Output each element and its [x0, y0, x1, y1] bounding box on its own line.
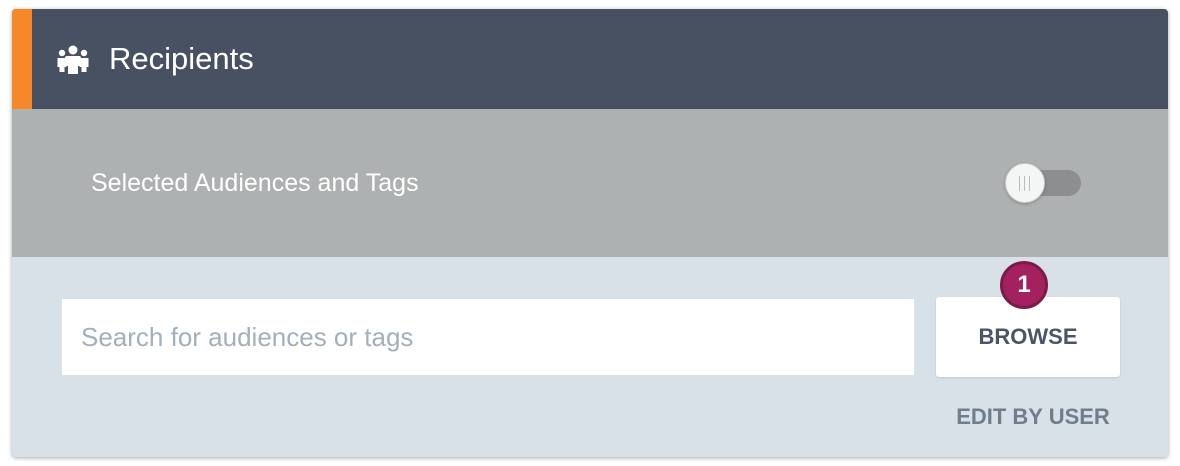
browse-button[interactable]: BROWSE — [936, 297, 1120, 377]
grip-line — [1029, 176, 1030, 191]
card-header: Recipients — [12, 9, 1168, 109]
toggle-knob[interactable] — [1005, 163, 1045, 203]
accent-bar — [12, 9, 32, 109]
search-input[interactable] — [62, 299, 914, 375]
edit-by-user-link[interactable]: EDIT BY USER — [942, 404, 1124, 430]
selected-audiences-row: Selected Audiences and Tags — [12, 109, 1168, 257]
card-title: Recipients — [109, 41, 254, 76]
selected-audiences-toggle[interactable] — [1005, 163, 1089, 203]
notification-badge: 1 — [1000, 261, 1048, 309]
toggle-label: Selected Audiences and Tags — [91, 169, 419, 197]
grip-line — [1019, 176, 1020, 191]
group-icon — [56, 42, 90, 76]
grip-line — [1024, 176, 1025, 191]
recipients-card: Recipients Selected Audiences and Tags B… — [12, 9, 1168, 457]
